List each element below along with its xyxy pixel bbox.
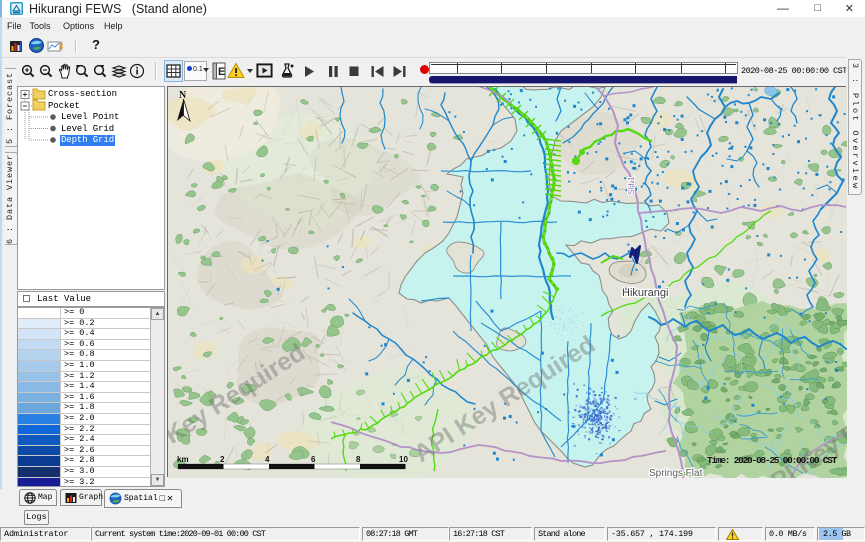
- svg-text:km: km: [177, 455, 189, 464]
- svg-text:Hikurangi: Hikurangi: [622, 287, 668, 299]
- svg-text:N: N: [179, 90, 187, 101]
- svg-text:Time: 2020-08-25 00:00:00 CST: Time: 2020-08-25 00:00:00 CST: [707, 455, 838, 466]
- svg-text:E: E: [218, 66, 225, 78]
- svg-text:Springs Flat: Springs Flat: [649, 468, 703, 478]
- svg-text:10: 10: [399, 455, 408, 464]
- svg-text:8: 8: [356, 455, 361, 464]
- svg-text:6: 6: [311, 455, 316, 464]
- svg-text:4: 4: [265, 455, 270, 464]
- svg-text:2: 2: [220, 455, 225, 464]
- svg-text:SH 1: SH 1: [626, 176, 636, 195]
